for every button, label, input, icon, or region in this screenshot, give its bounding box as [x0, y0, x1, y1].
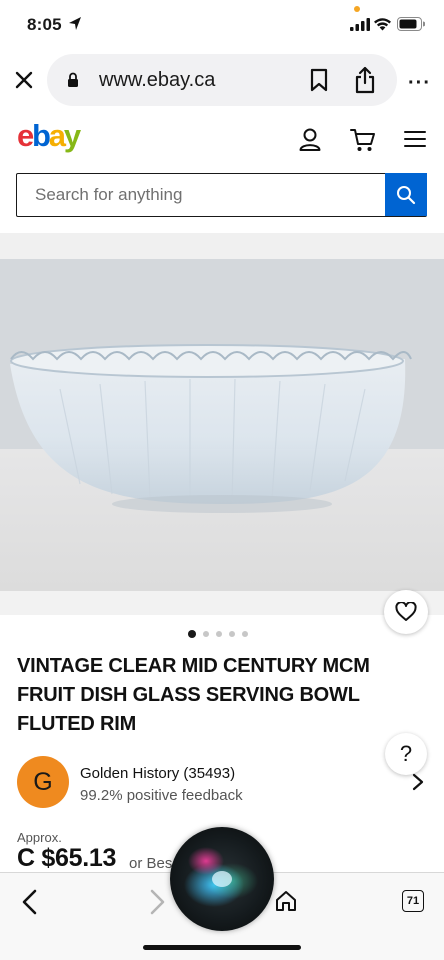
browser-url-bar: www.ebay.ca ··· [0, 52, 444, 110]
address-field[interactable]: www.ebay.ca [47, 54, 397, 106]
image-pager-dots[interactable] [188, 630, 248, 638]
image-bottom-spacer [0, 591, 444, 615]
menu-icon[interactable] [404, 130, 426, 148]
battery-icon [397, 17, 425, 31]
lock-icon [68, 72, 78, 87]
ebay-header: ebay [0, 112, 444, 170]
siri-orb [170, 827, 274, 931]
item-price: C $65.13 [17, 844, 117, 872]
product-image[interactable] [0, 259, 444, 591]
best-offer-text: or Bes [129, 855, 173, 872]
item-title: VINTAGE CLEAR MID CENTURY MCM FRUIT DISH… [17, 655, 370, 735]
ebay-logo[interactable]: ebay [17, 118, 81, 154]
close-icon[interactable] [12, 68, 36, 92]
pager-dot[interactable] [242, 631, 248, 637]
seller-feedback: 99.2% positive feedback [80, 787, 243, 804]
location-arrow-icon [69, 17, 81, 30]
seller-avatar[interactable]: G [17, 756, 69, 808]
pager-dot[interactable] [216, 631, 222, 637]
search-input[interactable] [17, 174, 385, 215]
tabs-icon[interactable]: 71 [402, 890, 424, 912]
url-text: www.ebay.ca [99, 69, 216, 91]
help-icon: ? [399, 741, 413, 766]
more-icon[interactable]: ··· [408, 72, 431, 95]
image-top-spacer [0, 233, 444, 259]
pager-dot[interactable] [203, 631, 209, 637]
tabs-count: 71 [406, 895, 420, 907]
user-icon[interactable] [298, 127, 322, 153]
watch-button[interactable] [384, 590, 428, 634]
status-time: 8:05 [27, 15, 62, 34]
glass-bowl-photo [0, 259, 444, 591]
chevron-right-icon[interactable] [412, 773, 424, 791]
privacy-indicator [354, 6, 360, 12]
share-icon[interactable] [354, 66, 376, 94]
signal-icon [350, 18, 370, 31]
siri-icon [184, 847, 258, 907]
forward-icon[interactable] [147, 889, 167, 915]
search-box [16, 173, 427, 217]
pager-dot[interactable] [188, 630, 196, 638]
status-bar: 8:05 [0, 0, 444, 52]
pager-dot[interactable] [229, 631, 235, 637]
seller-name[interactable]: Golden History (35493) [80, 765, 235, 782]
wifi-icon [374, 18, 391, 31]
search-icon [397, 185, 416, 204]
search-button[interactable] [385, 173, 427, 216]
home-icon[interactable] [274, 889, 298, 913]
back-icon[interactable] [20, 889, 40, 915]
price-approx-label: Approx. [17, 830, 62, 845]
heart-icon [395, 602, 417, 621]
cart-icon[interactable] [349, 127, 377, 153]
seller-initial: G [33, 767, 53, 796]
home-indicator[interactable] [143, 945, 301, 950]
bookmark-icon[interactable] [309, 68, 329, 92]
help-button[interactable]: ? [385, 733, 427, 775]
